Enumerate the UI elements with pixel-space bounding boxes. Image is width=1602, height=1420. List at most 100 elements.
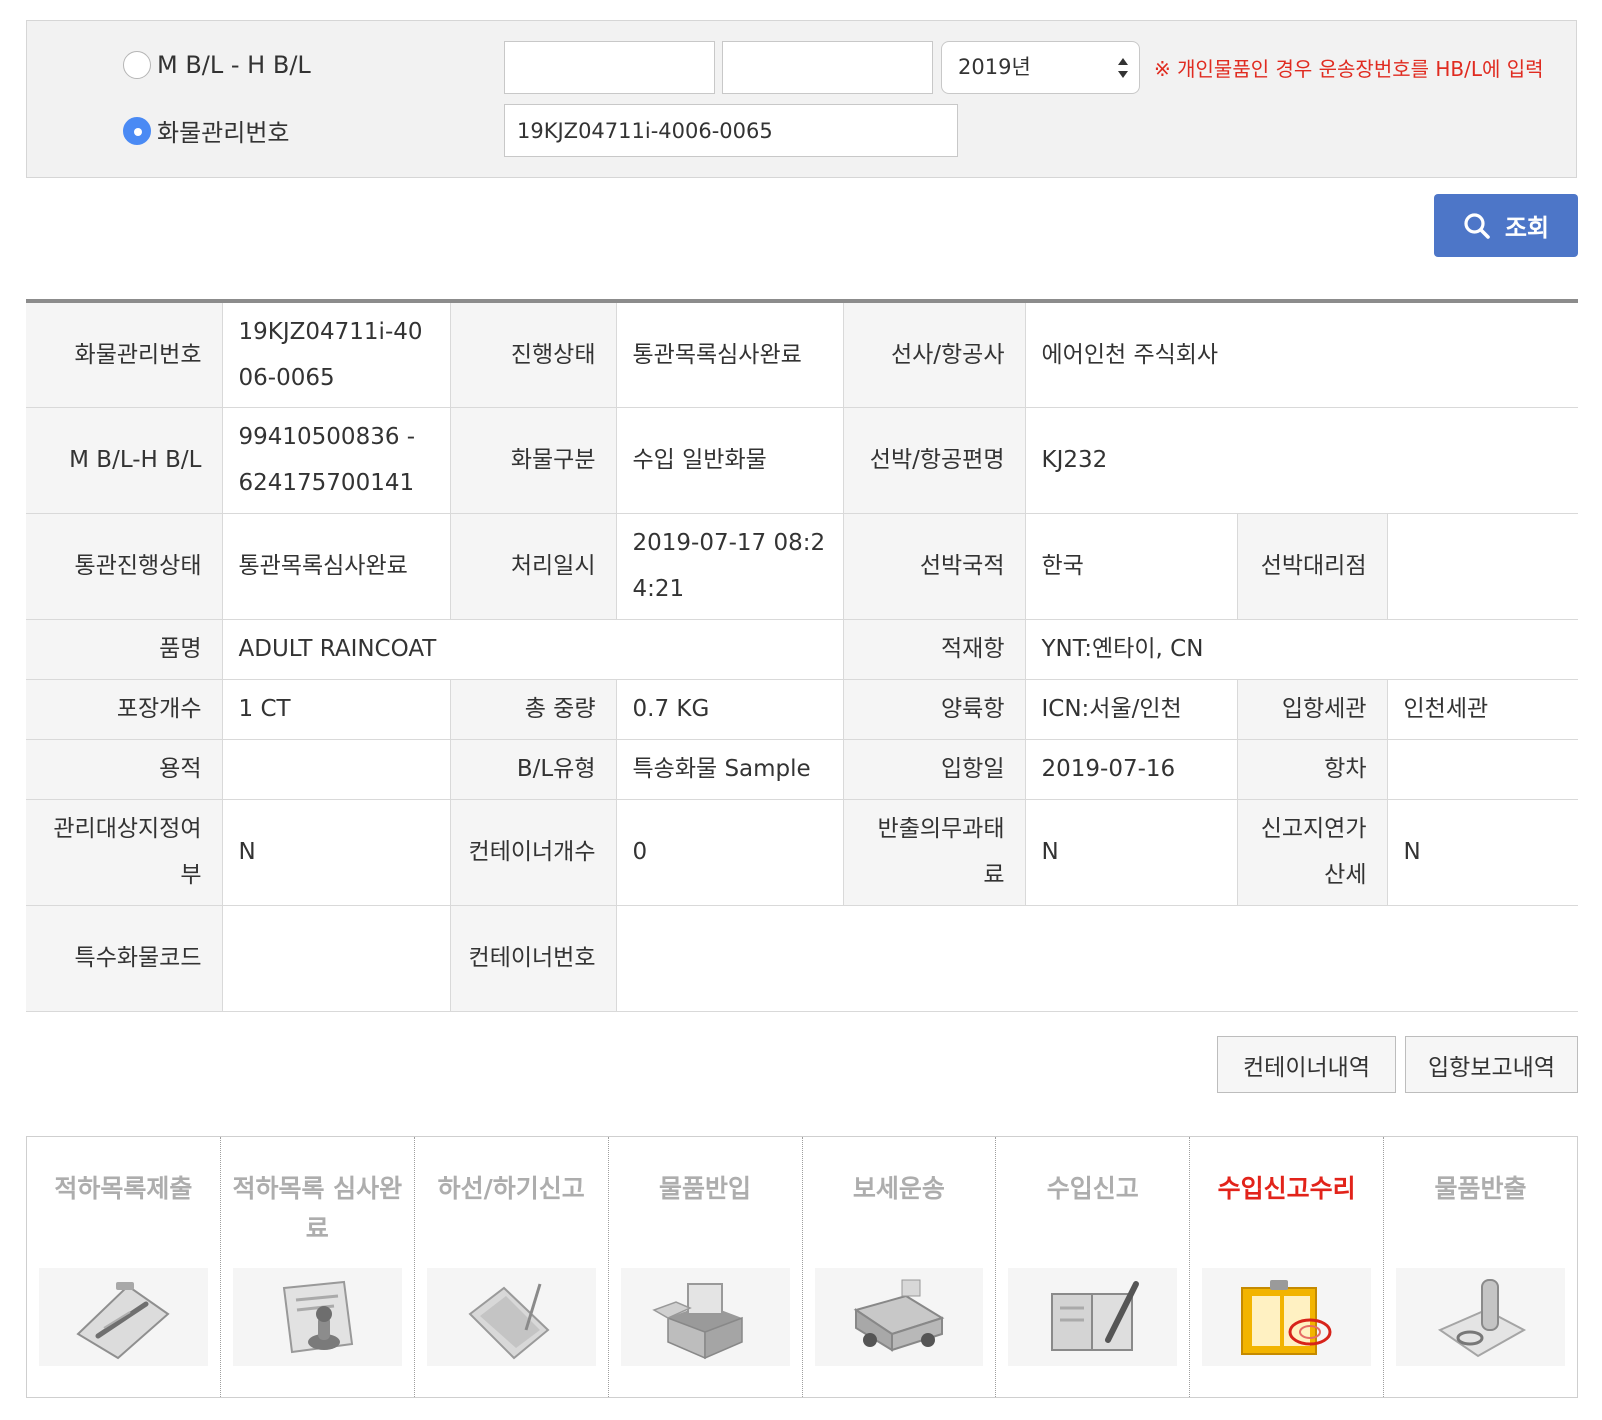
container-count-label: 컨테이너개수 [449, 798, 617, 906]
container-no-value [615, 904, 1579, 1012]
search-panel: M B/L - H B/L 화물관리번호 2019년 ※ 개인물품인 경우 운송… [26, 20, 1577, 178]
year-select-value: 2019년 [958, 55, 1031, 79]
step-goods-import: 물품반입 [609, 1137, 803, 1397]
loading-port-label: 적재항 [842, 618, 1026, 680]
step-unloading-report: 하선/하기신고 [415, 1137, 609, 1397]
cargo-type-label: 화물구분 [449, 406, 617, 514]
export-duty-value: N [1024, 798, 1238, 906]
step-label: 적하목록 심사완료 [232, 1174, 403, 1243]
step-label: 수입신고수리 [1217, 1174, 1356, 1203]
customs-status-label: 통관진행상태 [26, 512, 223, 620]
radio-cargo-no-label[interactable]: 화물관리번호 [157, 113, 289, 148]
unloading-port-label: 양륙항 [842, 678, 1026, 740]
mbl-input[interactable] [504, 41, 715, 94]
table-row: 포장개수 1 CT 총 중량 0.7 KG 양륙항 ICN:서울/인천 입항세관… [26, 678, 1579, 740]
vessel-nation-value: 한국 [1024, 512, 1238, 620]
step-manifest-submit: 적하목록제출 [27, 1137, 221, 1397]
entry-customs-value: 인천세관 [1386, 678, 1579, 740]
vessel-nation-label: 선박국적 [842, 512, 1026, 620]
open-book-pen-icon [1050, 1281, 1139, 1351]
voyage-label: 항차 [1236, 738, 1388, 800]
special-code-label: 특수화물코드 [26, 904, 223, 1012]
hbl-notice: ※ 개인물품인 경우 운송장번호를 HB/L에 입력 [1154, 57, 1544, 81]
volume-value [221, 738, 451, 800]
table-row: M B/L-H B/L 99410500836 - 624175700141 화… [26, 406, 1579, 514]
table-row: 관리대상지정여부 N 컨테이너개수 0 반출의무과태료 N 신고지연가산세 N [26, 798, 1579, 906]
bl-type-value: 특송화물 Sample [615, 738, 844, 800]
carrier-value: 에어인천 주식회사 [1024, 300, 1579, 408]
progress-value: 통관목록심사완료 [615, 300, 844, 408]
search-button[interactable]: 조회 [1434, 194, 1578, 257]
vessel-agent-label: 선박대리점 [1236, 512, 1388, 620]
step-label: 물품반출 [1434, 1174, 1527, 1203]
bl-type-label: B/L유형 [449, 738, 617, 800]
total-weight-value: 0.7 KG [615, 678, 844, 740]
managed-value: N [221, 798, 451, 906]
special-code-value [221, 904, 451, 1012]
step-label: 하선/하기신고 [437, 1174, 585, 1203]
vessel-value: KJ232 [1024, 406, 1579, 514]
entry-customs-label: 입항세관 [1236, 678, 1388, 740]
cargo-info-table: 화물관리번호 19KJZ04711i-4006-0065 진행상태 통관목록심사… [26, 299, 1579, 1012]
packages-value: 1 CT [221, 678, 451, 740]
cargo-no-input[interactable] [504, 104, 958, 157]
radio-cargo-no[interactable] [123, 116, 151, 145]
cargo-no-label: 화물관리번호 [26, 300, 223, 408]
document-stamp-icon [283, 1280, 354, 1354]
carrier-label: 선사/항공사 [842, 300, 1026, 408]
volume-label: 용적 [26, 738, 223, 800]
table-row: 품명 ADULT RAINCOAT 적재항 YNT:옌타이, CN [26, 618, 1579, 680]
export-duty-label: 반출의무과태료 [842, 798, 1026, 906]
customs-status-value: 통관목록심사완료 [221, 512, 451, 620]
clipboard-pen-icon [76, 1282, 171, 1360]
truck-icon [853, 1279, 945, 1352]
vessel-label: 선박/항공편명 [842, 406, 1026, 514]
vessel-agent-value [1386, 512, 1579, 620]
customs-progress-steps: 적하목록제출 적하목록 심사완료 하선/하기신고 물품반입 보세운송 수입신고 … [26, 1136, 1578, 1398]
step-import-accepted: 수입신고수리 [1190, 1137, 1385, 1397]
step-bonded-transport: 보세운송 [803, 1137, 997, 1397]
step-label: 적하목록제출 [54, 1174, 193, 1203]
item-value: ADULT RAINCOAT [221, 618, 844, 680]
table-row: 통관진행상태 통관목록심사완료 처리일시 2019-07-17 08:24:21… [26, 512, 1579, 620]
packages-label: 포장개수 [26, 678, 223, 740]
step-goods-release: 물품반출 [1384, 1137, 1577, 1397]
managed-label: 관리대상지정여부 [26, 798, 223, 906]
loading-port-value: YNT:옌타이, CN [1024, 618, 1579, 680]
processed-at-value: 2019-07-17 08:24:21 [615, 512, 844, 620]
container-history-button[interactable]: 컨테이너내역 [1217, 1036, 1396, 1093]
table-row: 화물관리번호 19KJZ04711i-4006-0065 진행상태 통관목록심사… [26, 300, 1579, 408]
cargo-type-value: 수입 일반화물 [615, 406, 844, 514]
step-import-declaration: 수입신고 [996, 1137, 1191, 1397]
search-icon [1464, 212, 1490, 239]
year-select[interactable]: 2019년 [941, 41, 1140, 94]
radio-option-cargo-no[interactable]: 화물관리번호 [123, 113, 289, 148]
processed-at-label: 처리일시 [449, 512, 617, 620]
step-manifest-review: 적하목록 심사완료 [221, 1137, 415, 1397]
radio-bl-label[interactable]: M B/L - H B/L [157, 51, 311, 79]
stamp-paper-icon [1437, 1279, 1526, 1358]
approved-document-icon [1240, 1280, 1332, 1355]
step-label: 물품반입 [659, 1174, 752, 1203]
arrival-report-button[interactable]: 입항보고내역 [1405, 1036, 1578, 1093]
progress-label: 진행상태 [449, 300, 617, 408]
late-fee-value: N [1386, 798, 1579, 906]
bl-label: M B/L-H B/L [26, 406, 223, 514]
container-no-label: 컨테이너번호 [449, 904, 617, 1012]
notebook-pen-icon [468, 1283, 550, 1360]
container-count-value: 0 [615, 798, 844, 906]
voyage-value [1386, 738, 1579, 800]
unloading-port-value: ICN:서울/인천 [1024, 678, 1238, 740]
arrival-date-value: 2019-07-16 [1024, 738, 1238, 800]
step-label: 보세운송 [852, 1174, 945, 1203]
radio-option-bl[interactable]: M B/L - H B/L [123, 51, 311, 79]
table-row: 특수화물코드 컨테이너번호 [26, 904, 1579, 1012]
hbl-input[interactable] [722, 41, 933, 94]
search-button-label: 조회 [1504, 214, 1550, 242]
select-arrows-icon [1118, 58, 1128, 78]
table-row: 용적 B/L유형 특송화물 Sample 입항일 2019-07-16 항차 [26, 738, 1579, 800]
total-weight-label: 총 중량 [449, 678, 617, 740]
radio-bl[interactable] [123, 51, 151, 79]
open-box-icon [652, 1283, 743, 1360]
step-label: 수입신고 [1046, 1174, 1139, 1203]
